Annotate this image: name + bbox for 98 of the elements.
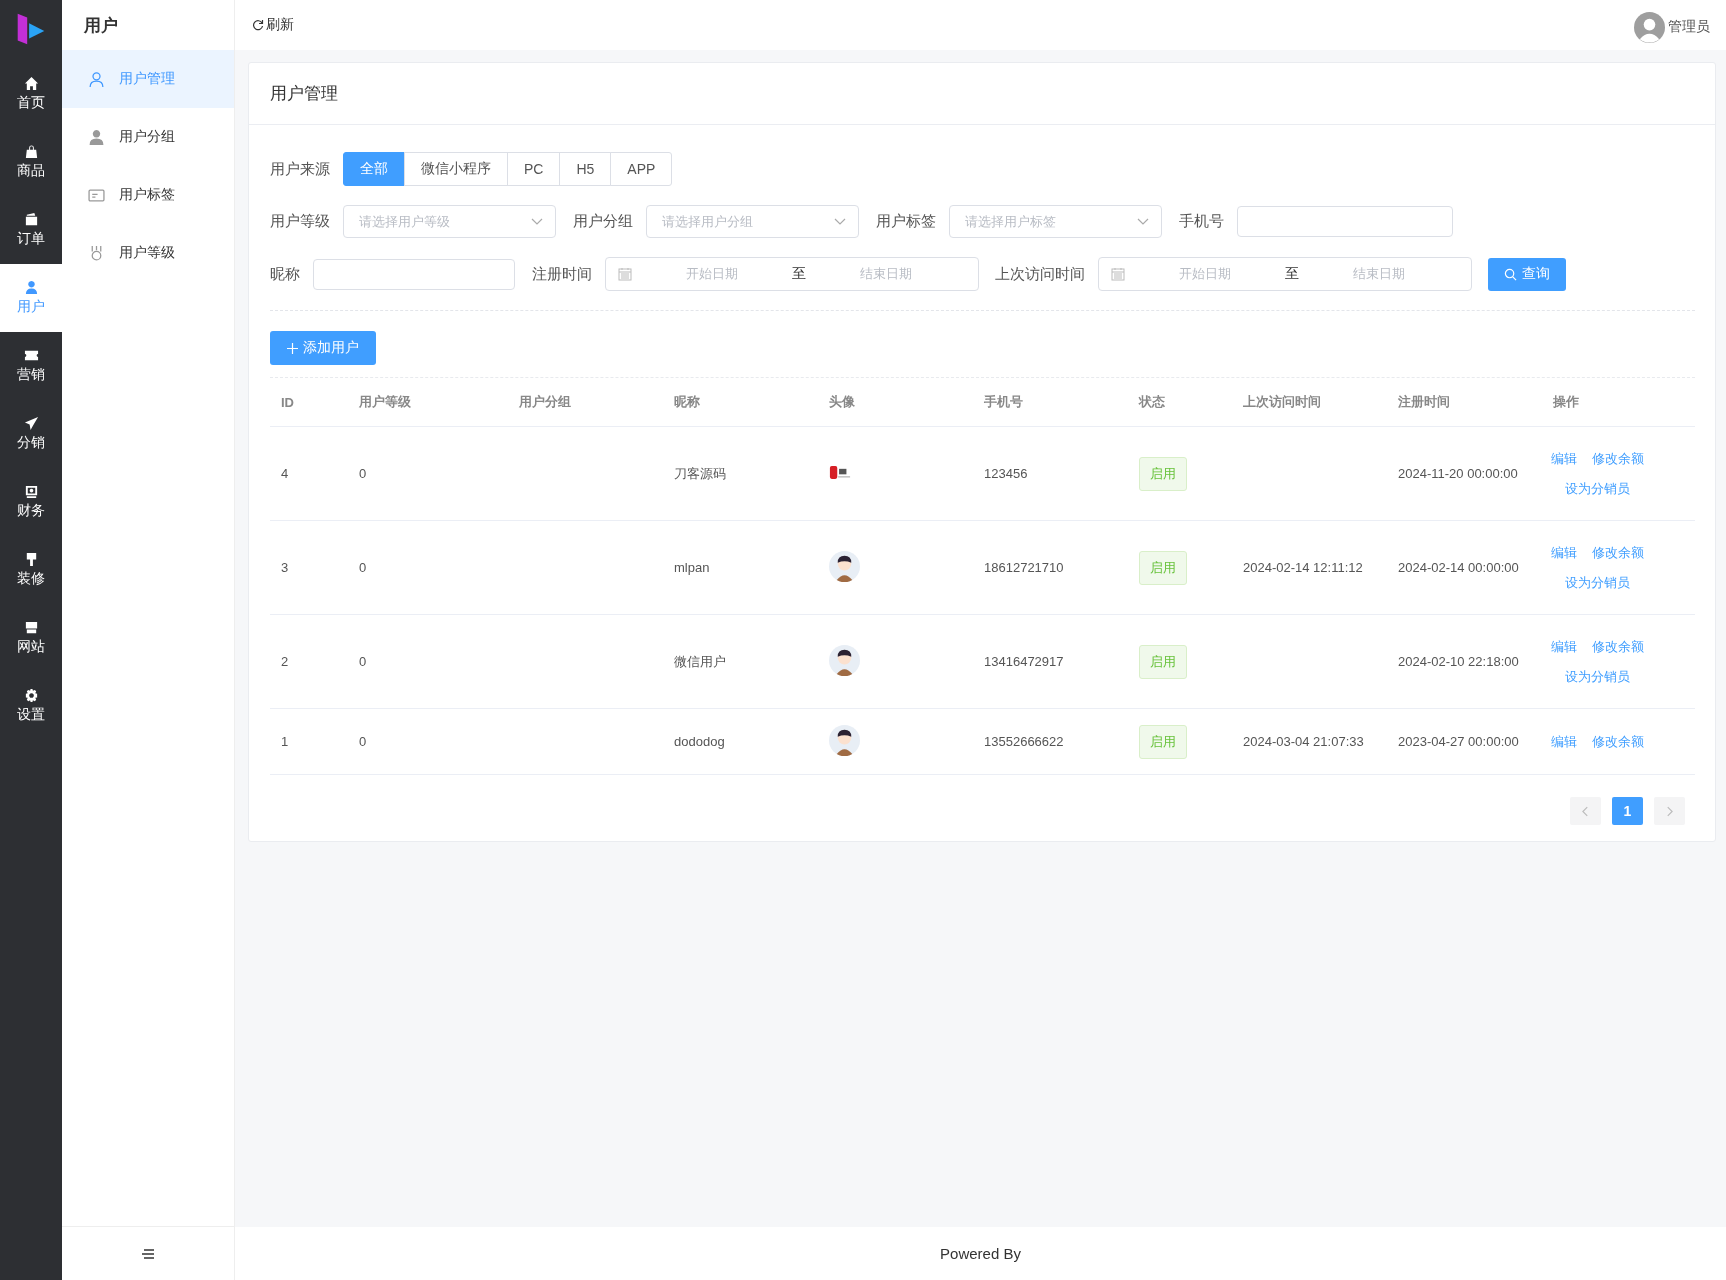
nav-item[interactable]: 财务 xyxy=(0,468,62,536)
table-cell-text: 0 xyxy=(358,654,368,669)
column-header: 用户分组 xyxy=(518,393,572,411)
column-header: 注册时间 xyxy=(1397,393,1451,411)
refresh-icon xyxy=(252,19,264,31)
menu-icon[interactable] xyxy=(141,1247,155,1260)
filter-label: 用户标签 xyxy=(876,212,936,231)
table-cell-text: 微信用户 xyxy=(673,652,727,671)
calendar-icon xyxy=(1111,267,1125,281)
table-cell-text: 2 xyxy=(280,654,290,669)
avatar-icon xyxy=(829,644,860,676)
nav-item[interactable]: 网站 xyxy=(0,604,62,672)
ticket-icon xyxy=(23,348,39,363)
user-name[interactable]: 管理员 xyxy=(1668,18,1710,36)
sidebar-item[interactable]: 用户标签 xyxy=(62,166,234,224)
input-field[interactable] xyxy=(1237,206,1453,237)
status-tag: 启用 xyxy=(1139,644,1187,679)
footer-text: Powered By xyxy=(940,1245,1021,1262)
wallet-icon xyxy=(23,212,39,227)
table-cell-text: 13552666622 xyxy=(983,734,1065,749)
home-icon xyxy=(23,76,39,91)
chevron-down-icon xyxy=(834,217,846,226)
table-cell-text: dododog xyxy=(673,734,726,749)
sidebar-item[interactable]: 用户等级 xyxy=(62,224,234,282)
user-icon xyxy=(88,128,105,146)
table-cell-text: mlpan xyxy=(673,560,711,575)
date-range-field[interactable]: 开始日期 至 结束日期 xyxy=(1098,257,1472,291)
nav-item[interactable]: 订单 xyxy=(0,196,62,264)
logo-avatar-icon xyxy=(829,464,851,480)
chevron-down-icon xyxy=(531,217,543,226)
table-cell-text: 0 xyxy=(358,560,368,575)
table-cell-text: 18612721710 xyxy=(983,560,1065,575)
nav-item[interactable]: 装修 xyxy=(0,536,62,604)
table-cell-text: 1 xyxy=(280,734,290,749)
date-range-field[interactable]: 开始日期 至 结束日期 xyxy=(605,257,979,291)
column-header: 用户等级 xyxy=(358,393,412,411)
column-header: 头像 xyxy=(828,393,856,411)
table-cell-text: 0 xyxy=(358,466,368,481)
table-cell-text: 2024-02-14 00:00:00 xyxy=(1397,560,1520,575)
money-icon xyxy=(23,484,39,499)
user-icon xyxy=(23,280,39,295)
nav-item[interactable]: 设置 xyxy=(0,672,62,740)
sidebar-title: 用户 xyxy=(83,14,119,37)
user-icon xyxy=(88,70,105,88)
source-tab[interactable]: APP xyxy=(610,152,673,186)
filter-label: 用户等级 xyxy=(270,212,330,231)
table-cell-text: 3 xyxy=(280,560,290,575)
column-header: ID xyxy=(280,394,295,410)
nav-item[interactable]: 分销 xyxy=(0,400,62,468)
chevron-left-icon xyxy=(1582,805,1589,817)
chevron-down-icon xyxy=(1137,217,1149,226)
table-cell-text: 4 xyxy=(280,466,290,481)
search-icon xyxy=(1504,267,1517,281)
sidebar-item[interactable]: 用户分组 xyxy=(62,108,234,166)
calendar-icon xyxy=(618,267,632,281)
filter-label: 用户来源 xyxy=(270,159,330,179)
source-tab[interactable]: PC xyxy=(507,152,561,186)
source-tab[interactable]: 微信小程序 xyxy=(404,152,508,186)
table-cell-text: 2024-02-14 12:11:12 xyxy=(1242,560,1364,575)
nav-item[interactable]: 营销 xyxy=(0,332,62,400)
avatar-icon xyxy=(829,724,860,756)
plus-icon xyxy=(287,342,298,354)
shop-icon xyxy=(23,620,39,635)
filter-label: 注册时间 xyxy=(532,264,592,284)
filter-label: 上次访问时间 xyxy=(995,264,1085,284)
column-header: 昵称 xyxy=(673,393,701,411)
avatar-icon[interactable] xyxy=(1634,11,1665,43)
column-header: 上次访问时间 xyxy=(1242,393,1322,411)
column-header: 状态 xyxy=(1137,393,1166,411)
status-tag: 启用 xyxy=(1139,456,1187,491)
table-cell-text: 2024-11-20 00:00:00 xyxy=(1397,466,1519,481)
plane-icon xyxy=(23,416,39,431)
refresh-button[interactable]: 刷新 xyxy=(252,16,294,34)
bag-icon xyxy=(23,144,39,159)
status-tag: 启用 xyxy=(1139,724,1187,759)
nav-item[interactable]: 首页 xyxy=(0,60,62,128)
card-title: 用户管理 xyxy=(249,63,1715,125)
table-cell-text: 2023-04-27 00:00:00 xyxy=(1397,734,1520,749)
filter-label: 用户分组 xyxy=(573,212,633,231)
chevron-right-icon xyxy=(1666,805,1673,817)
table-cell-text: 2024-03-04 21:07:33 xyxy=(1242,734,1365,749)
gear-icon xyxy=(23,688,39,703)
avatar-icon xyxy=(829,550,860,582)
status-tag: 启用 xyxy=(1139,550,1187,585)
input-field[interactable] xyxy=(313,258,515,290)
table-cell-text: 2024-02-10 22:18:00 xyxy=(1397,654,1520,669)
table-cell-text: 13416472917 xyxy=(983,654,1065,669)
next-page-button[interactable] xyxy=(1654,797,1685,825)
filter-label: 昵称 xyxy=(270,264,300,284)
previous-page-button[interactable] xyxy=(1570,797,1601,825)
table-cell-text: 123456 xyxy=(983,466,1029,481)
column-header: 操作 xyxy=(1552,393,1580,411)
source-tab[interactable]: H5 xyxy=(559,152,612,186)
table-cell-text: 刀客源码 xyxy=(673,464,727,483)
filter-label: 手机号 xyxy=(1179,212,1224,231)
column-header: 手机号 xyxy=(983,393,1024,411)
nav-item[interactable]: 商品 xyxy=(0,128,62,196)
table-cell-text: 0 xyxy=(358,734,368,749)
